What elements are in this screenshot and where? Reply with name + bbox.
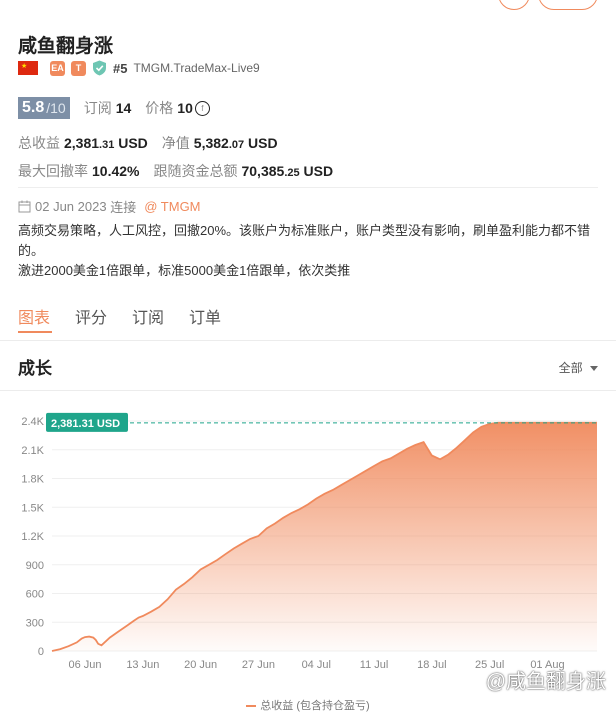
x-tick-label: 18 Jul: [417, 659, 446, 671]
x-tick-label: 27 Jun: [242, 659, 275, 671]
legend-label: 总收益 (包含持仓盈亏): [260, 700, 370, 712]
y-tick-label: 900: [26, 560, 44, 572]
y-tick-label: 0: [38, 646, 44, 658]
legend-swatch: [246, 705, 257, 708]
tooltip-label: 2,381.31 USD: [51, 418, 120, 430]
value-tooltip: 2,381.31 USD: [46, 412, 128, 432]
x-tick-label: 04 Jul: [302, 659, 331, 671]
y-tick-label: 600: [26, 589, 44, 601]
y-tick-label: 300: [26, 617, 44, 629]
y-tick-label: 1.5K: [21, 502, 44, 514]
y-tick-label: 2.4K: [21, 416, 44, 428]
watermark: @咸鱼翻身涨: [485, 671, 606, 693]
y-tick-label: 1.8K: [21, 474, 44, 486]
x-tick-label: 20 Jun: [184, 659, 217, 671]
growth-area: [52, 422, 597, 651]
x-tick-label: 11 Jul: [360, 659, 389, 671]
y-tick-label: 2.1K: [21, 445, 44, 457]
x-tick-label: 13 Jun: [126, 659, 159, 671]
chart-legend: 总收益 (包含持仓盈亏): [0, 697, 616, 713]
x-tick-label: 06 Jun: [69, 659, 102, 671]
y-tick-label: 1.2K: [21, 531, 44, 543]
growth-chart: 2,381.31 USD 0 300 600 900 1.2K 1.5K 1.8K 2.1K 2…: [21, 412, 597, 671]
